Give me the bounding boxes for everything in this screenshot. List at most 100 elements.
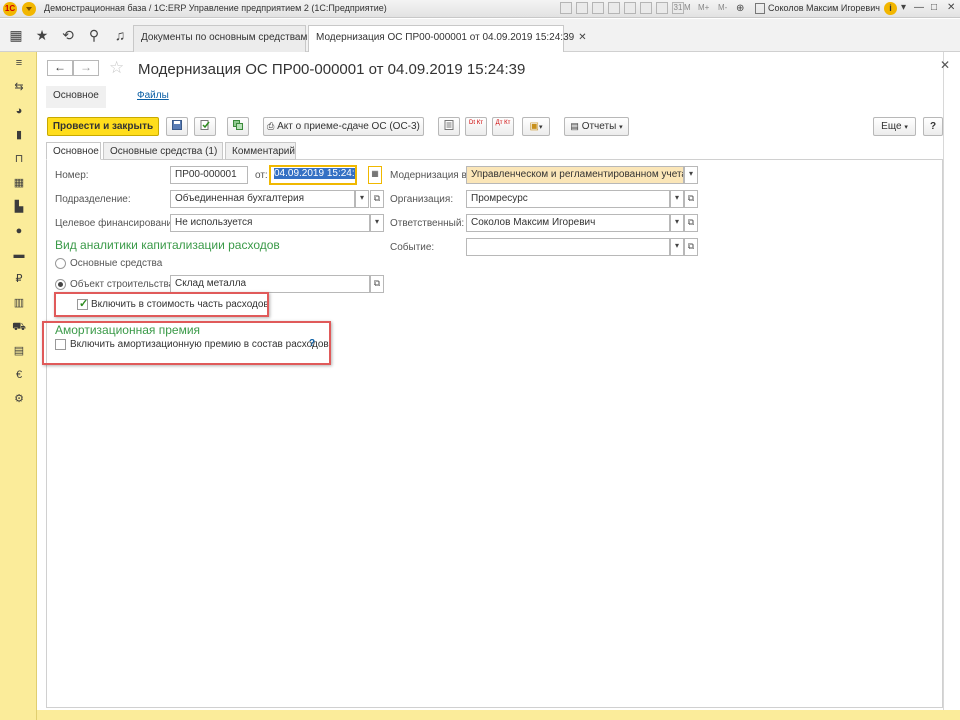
form-tab-main[interactable]: Основное	[46, 142, 101, 160]
radio-construction-object[interactable]	[55, 279, 66, 290]
department-field[interactable]: Объединенная бухгалтерия	[170, 190, 355, 208]
window-titlebar: 1С Демонстрационная база / 1С:ERP Управл…	[0, 0, 960, 18]
print-icon[interactable]	[560, 2, 572, 14]
memory-m-button[interactable]: M	[684, 3, 691, 12]
chevron-down-icon[interactable]: ▾	[684, 166, 698, 184]
save-icon[interactable]	[576, 2, 588, 14]
chevron-down-icon[interactable]: ▾	[670, 214, 684, 232]
app-logo-icon: 1С	[3, 2, 17, 16]
close-form-icon[interactable]: ✕	[940, 58, 950, 72]
open-icon[interactable]: ⧉	[684, 238, 698, 256]
create-based-on-button[interactable]	[227, 117, 249, 136]
sections-sidebar: ≡ ⇆ ◕ ▮ ⊓ ▦ ▙ ● ▬ ₽ ▥ ⛟ ▤ € ⚙	[0, 52, 37, 720]
dt-kt-movements-button[interactable]: Dt Кт	[465, 117, 487, 136]
tab-modernization-document[interactable]: Модернизация ОС ПР00-000001 от 04.09.201…	[308, 25, 587, 52]
number-field[interactable]: ПР00-000001	[170, 166, 248, 184]
organization-field[interactable]: Промресурс	[466, 190, 670, 208]
bottom-bar	[37, 710, 960, 720]
open-icon[interactable]: ⧉	[370, 190, 384, 208]
chevron-down-icon: ▾	[619, 124, 623, 131]
reports-chart-icon[interactable]: ▥	[12, 296, 26, 310]
favorites-star-icon[interactable]: ★	[34, 27, 50, 43]
help-button[interactable]: ?	[923, 117, 943, 136]
crm-icon[interactable]: ⇆	[12, 80, 26, 94]
subtab-files[interactable]: Файлы	[137, 90, 169, 101]
reports-button[interactable]: ▤ Отчеты ▾	[564, 117, 629, 136]
production-factory-icon[interactable]: ▙	[12, 200, 26, 214]
info-icon[interactable]: i	[884, 2, 897, 15]
spreadsheet-icon[interactable]	[640, 2, 652, 14]
minimize-icon[interactable]: —	[914, 2, 924, 13]
form-tab-fixed-assets[interactable]: Основные средства (1)	[103, 142, 223, 160]
calculator-icon[interactable]	[656, 2, 668, 14]
form-tab-comment[interactable]: Комментарий	[225, 142, 296, 160]
history-icon[interactable]: ⟲	[60, 27, 76, 43]
notifications-bell-icon[interactable]: ♫	[112, 27, 128, 43]
reports-icon: ▤	[570, 121, 579, 131]
organization-label: Организация:	[390, 194, 454, 205]
close-tab-icon[interactable]: ✕	[578, 32, 586, 43]
journal-button[interactable]	[438, 117, 460, 136]
back-button[interactable]: ←	[47, 60, 73, 76]
construction-object-field[interactable]: Склад металла	[170, 275, 370, 293]
modernization-select[interactable]: Управленческом и регламентированном учет…	[466, 166, 684, 184]
forward-button[interactable]: →	[73, 60, 99, 76]
open-icon[interactable]: ⧉	[684, 214, 698, 232]
tab-label: Документы по основным средствам	[141, 32, 308, 43]
memory-mplus-button[interactable]: M+	[698, 3, 709, 12]
staff-person-icon[interactable]: ●	[12, 224, 26, 238]
transport-icon[interactable]: ⛟	[12, 320, 26, 334]
tab-documents-fixed-assets[interactable]: Документы по основным средствам✕	[133, 25, 320, 52]
save-button[interactable]	[166, 117, 188, 136]
page-title: Модернизация ОС ПР00-000001 от 04.09.201…	[138, 61, 526, 78]
memory-mminus-button[interactable]: M-	[718, 3, 727, 12]
link-icon[interactable]	[592, 2, 604, 14]
printer-icon: ⎙	[267, 121, 275, 131]
financing-label: Целевое финансирование:	[55, 218, 181, 229]
chevron-down-icon[interactable]: ▾	[370, 214, 384, 232]
accounting-calc-icon[interactable]: ▤	[12, 344, 26, 358]
event-field[interactable]	[466, 238, 670, 256]
calendar-icon[interactable]: ▦	[368, 166, 382, 184]
post-button[interactable]	[194, 117, 216, 136]
sales-pie-icon[interactable]: ◕	[12, 104, 26, 118]
user-icon	[755, 3, 765, 14]
cart-icon[interactable]: ⊓	[12, 152, 26, 166]
maximize-icon[interactable]: □	[931, 2, 937, 13]
section-bar: ▦ ★ ⟲ ⚲ ♫ Документы по основным средства…	[0, 19, 960, 52]
grid-menu-icon[interactable]: ▦	[8, 27, 24, 43]
related-documents-button[interactable]: ▣▾	[522, 117, 550, 136]
calendar-icon[interactable]: 31	[672, 2, 684, 14]
radio-fixed-assets-label: Основные средства	[70, 258, 163, 269]
responsible-field[interactable]: Соколов Максим Игоревич	[466, 214, 670, 232]
post-and-close-button[interactable]: Провести и закрыть	[47, 117, 159, 136]
open-icon[interactable]: ⧉	[370, 275, 384, 293]
financing-field[interactable]: Не используется	[170, 214, 370, 232]
zoom-icon[interactable]: ⊕	[736, 3, 744, 14]
subtab-main[interactable]: Основное	[46, 86, 106, 108]
main-menu-button[interactable]	[22, 2, 36, 16]
search-icon[interactable]: ⚲	[86, 27, 102, 43]
regulated-accounting-icon[interactable]: €	[12, 368, 26, 382]
date-field[interactable]: 04.09.2019 15:24:39	[269, 165, 357, 185]
more-button[interactable]: Еще ▾	[873, 117, 916, 136]
settings-gear-icon[interactable]: ⚙	[12, 392, 26, 406]
warehouse-grid-icon[interactable]: ▦	[12, 176, 26, 190]
menu-dropdown-icon[interactable]: ▾	[901, 2, 906, 13]
finance-card-icon[interactable]: ▬	[12, 248, 26, 262]
favorite-star-icon[interactable]: ☆	[109, 58, 124, 78]
current-user[interactable]: Соколов Максим Игоревич	[768, 3, 880, 13]
upload-icon[interactable]	[608, 2, 620, 14]
open-icon[interactable]: ⧉	[684, 190, 698, 208]
chevron-down-icon[interactable]: ▾	[670, 190, 684, 208]
dt-kt-postings-button[interactable]: Дт Кт	[492, 117, 514, 136]
compare-icon[interactable]	[624, 2, 636, 14]
money-coin-icon[interactable]: ₽	[12, 272, 26, 286]
chevron-down-icon[interactable]: ▾	[355, 190, 369, 208]
print-act-os3-button[interactable]: ⎙ Акт о приеме-сдаче ОС (ОС-3)	[263, 117, 424, 136]
close-window-icon[interactable]: ✕	[947, 2, 955, 13]
radio-fixed-assets[interactable]	[55, 258, 66, 269]
purchases-bag-icon[interactable]: ▮	[12, 128, 26, 142]
main-menu-lines-icon[interactable]: ≡	[12, 56, 26, 70]
chevron-down-icon[interactable]: ▾	[670, 238, 684, 256]
